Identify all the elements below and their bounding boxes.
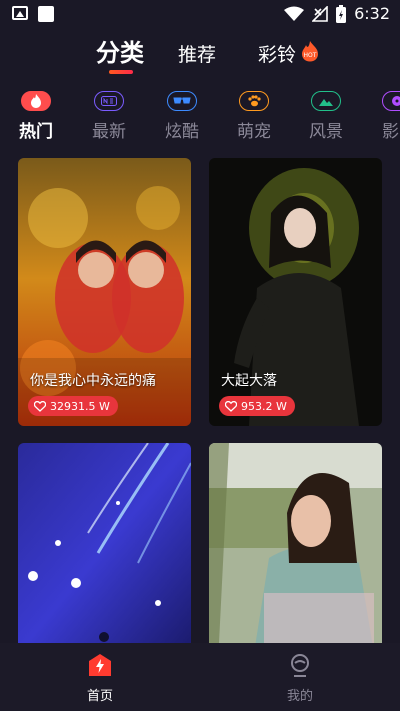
active-tab-indicator [109,70,133,74]
bottom-navigation: 首页 我的 [0,643,400,711]
video-card-1[interactable]: 你是我心中永远的痛 32931.5 W [18,158,191,426]
category-newest[interactable]: 最新 [79,88,139,142]
category-scenery[interactable]: 风景 [296,88,356,142]
nav-home-label: 首页 [86,689,113,704]
video-card-2[interactable]: 大起大落 953.2 W [209,158,382,426]
hot-flame-badge-icon: HOT [302,41,318,62]
likes-badge: 953.2 W [219,396,295,416]
heart-icon [34,400,46,412]
likes-badge: 32931.5 W [28,396,118,416]
app-notification-icon [38,6,54,22]
category-hot[interactable]: 热门 [6,88,66,142]
likes-count: 32931.5 W [50,399,110,413]
heart-icon [225,400,237,412]
card-title: 你是我心中永远的痛 [30,373,156,389]
tab-recommend[interactable]: 推荐 [178,40,216,67]
profile-icon [291,654,309,677]
status-bar: 6:32 [0,0,400,28]
category-pets[interactable]: 萌宠 [224,88,284,142]
image-notification-icon [12,6,28,20]
signal-icon [312,5,328,22]
tab-category[interactable]: 分类 [96,33,144,68]
flame-icon [21,91,51,111]
video-card-3[interactable] [18,443,191,653]
nav-profile[interactable]: 我的 [270,653,330,704]
battery-charging-icon [336,4,347,23]
tab-ringtone[interactable]: 彩铃 [258,40,296,67]
card-title: 大起大落 [221,373,277,389]
landscape-icon [311,91,341,111]
clock: 6:32 [354,4,390,23]
category-film[interactable]: 影 [368,88,400,142]
card-thumbnail [209,443,382,653]
video-card-4[interactable] [209,443,382,653]
top-tab-bar: 分类 推荐 彩铃 [0,36,400,76]
category-row: 热门 最新 炫酷 萌宠 风景 影 [0,88,400,148]
home-bolt-icon [89,654,111,676]
nav-home[interactable]: 首页 [70,653,130,704]
new-icon [94,91,124,111]
card-thumbnail [18,443,191,653]
glasses-icon [167,91,197,111]
svg-text:HOT: HOT [304,52,317,59]
nav-profile-label: 我的 [286,689,313,704]
film-icon [382,91,400,111]
category-cool[interactable]: 炫酷 [152,88,212,142]
likes-count: 953.2 W [241,399,287,413]
wifi-icon [284,6,305,21]
paw-icon [239,91,269,111]
